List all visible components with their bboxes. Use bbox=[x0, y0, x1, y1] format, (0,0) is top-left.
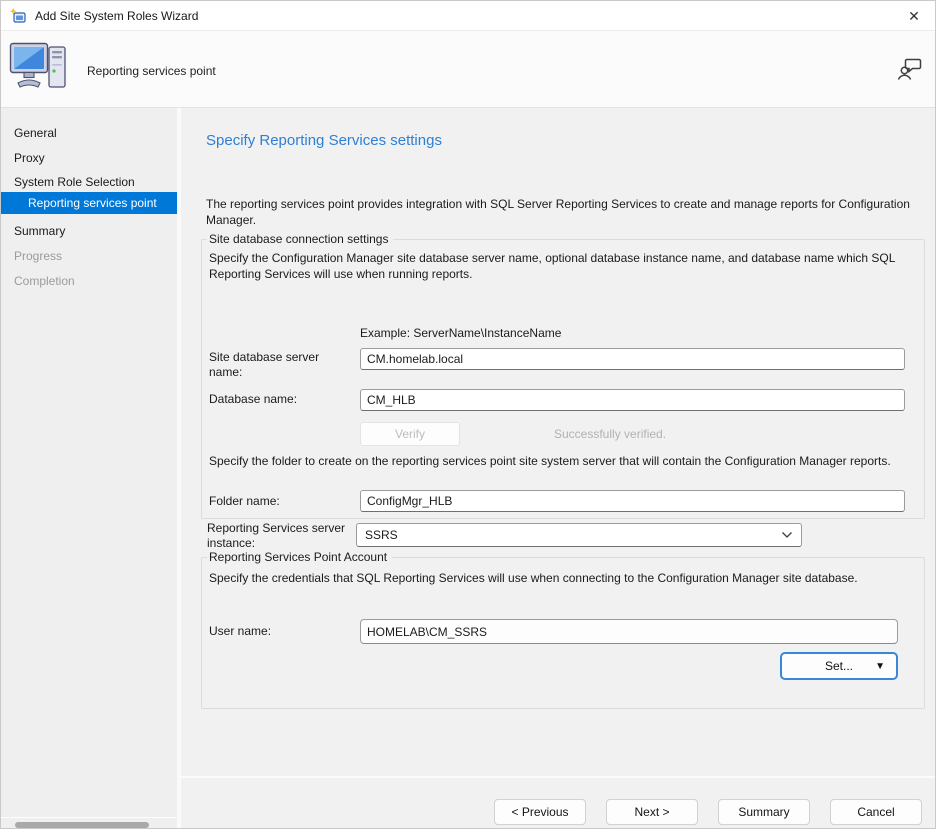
dropdown-caret-icon: ▼ bbox=[875, 661, 885, 672]
footer-button-row: < Previous Next > Summary Cancel bbox=[494, 799, 922, 825]
wizard-app-icon bbox=[10, 8, 27, 25]
wizard-window: Add Site System Roles Wizard ✕ Reporting… bbox=[0, 0, 936, 829]
next-button[interactable]: Next > bbox=[606, 799, 698, 825]
footer-separator bbox=[181, 776, 936, 778]
feedback-icon[interactable] bbox=[897, 55, 923, 84]
nav-item-reporting-services-point[interactable]: Reporting services point bbox=[1, 192, 177, 214]
wizard-nav-sidebar: General Proxy System Role Selection Repo… bbox=[1, 108, 177, 829]
instance-selected-value: SSRS bbox=[365, 528, 781, 542]
group-site-database-settings: Site database connection settings Specif… bbox=[201, 239, 925, 519]
page-heading: Specify Reporting Services settings bbox=[206, 132, 442, 149]
user-name-label: User name: bbox=[209, 624, 351, 639]
group-title: Reporting Services Point Account bbox=[207, 550, 392, 564]
sidebar-separator bbox=[1, 817, 177, 818]
nav-item-completion: Completion bbox=[1, 270, 177, 292]
close-button[interactable]: ✕ bbox=[891, 1, 936, 31]
user-name-input[interactable] bbox=[360, 619, 898, 644]
group-title: Site database connection settings bbox=[207, 232, 393, 246]
window-title: Add Site System Roles Wizard bbox=[35, 9, 198, 23]
wizard-page-title: Reporting services point bbox=[87, 64, 216, 78]
set-account-button[interactable]: Set... ▼ bbox=[780, 652, 898, 680]
close-icon: ✕ bbox=[908, 8, 920, 25]
folder-name-input[interactable] bbox=[360, 490, 905, 512]
database-name-input[interactable] bbox=[360, 389, 905, 411]
verify-status-text: Successfully verified. bbox=[554, 427, 666, 441]
nav-item-progress: Progress bbox=[1, 245, 177, 267]
server-name-label: Site database server name: bbox=[209, 350, 351, 380]
nav-item-system-role-selection[interactable]: System Role Selection bbox=[1, 171, 177, 193]
nav-item-summary[interactable]: Summary bbox=[1, 220, 177, 242]
intro-text: The reporting services point provides in… bbox=[206, 197, 910, 228]
example-hint: Example: ServerName\InstanceName bbox=[360, 326, 561, 340]
wizard-header: Reporting services point bbox=[1, 31, 936, 108]
instance-label: Reporting Services server instance: bbox=[207, 521, 349, 551]
server-name-input[interactable] bbox=[360, 348, 905, 370]
nav-item-general[interactable]: General bbox=[1, 122, 177, 144]
wizard-content: Specify Reporting Services settings The … bbox=[181, 108, 936, 829]
instance-dropdown[interactable]: SSRS bbox=[356, 523, 802, 547]
database-name-label: Database name: bbox=[209, 392, 351, 407]
titlebar: Add Site System Roles Wizard ✕ bbox=[1, 1, 936, 31]
previous-button[interactable]: < Previous bbox=[494, 799, 586, 825]
horizontal-scrollbar[interactable] bbox=[15, 822, 149, 828]
nav-item-proxy[interactable]: Proxy bbox=[1, 147, 177, 169]
verify-button[interactable]: Verify bbox=[360, 422, 460, 446]
chevron-down-icon bbox=[781, 528, 793, 542]
computer-icon bbox=[9, 40, 69, 101]
account-description: Specify the credentials that SQL Reporti… bbox=[209, 571, 911, 587]
summary-button[interactable]: Summary bbox=[718, 799, 810, 825]
cancel-button[interactable]: Cancel bbox=[830, 799, 922, 825]
folder-name-label: Folder name: bbox=[209, 494, 351, 509]
group-reporting-services-account: Reporting Services Point Account Specify… bbox=[201, 557, 925, 709]
set-button-label: Set... bbox=[825, 659, 853, 673]
folder-description: Specify the folder to create on the repo… bbox=[209, 454, 911, 470]
db-settings-description: Specify the Configuration Manager site d… bbox=[209, 251, 911, 282]
